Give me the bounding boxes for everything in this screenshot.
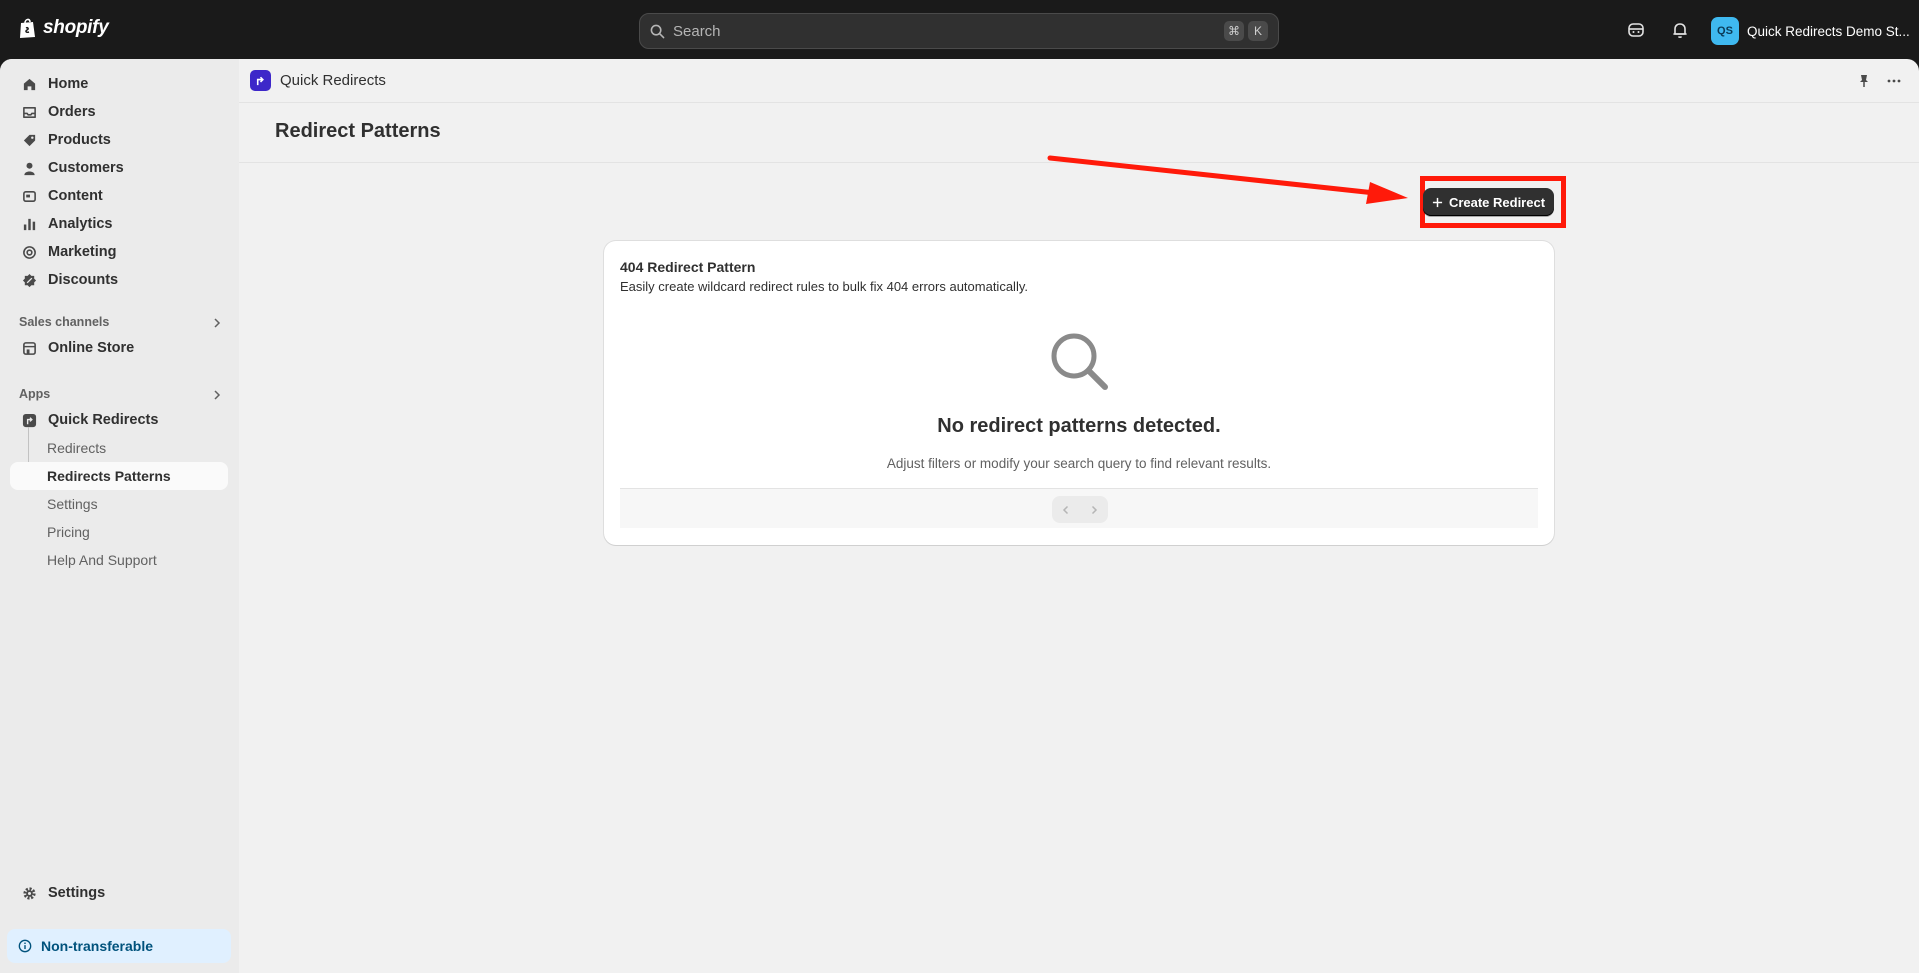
more-actions-button[interactable] xyxy=(1884,71,1904,91)
sidebar-item-home[interactable]: Home xyxy=(10,70,228,98)
sidekick-button[interactable] xyxy=(1625,19,1647,41)
plus-icon xyxy=(1432,197,1443,207)
sidebar-subitem-help[interactable]: Help And Support xyxy=(10,546,228,574)
app-icon xyxy=(21,412,37,428)
sidebar-item-products[interactable]: Products xyxy=(10,126,228,154)
sidebar-item-settings[interactable]: Settings xyxy=(10,879,228,907)
sidebar-item-label: Products xyxy=(48,132,111,148)
search-placeholder: Search xyxy=(673,22,721,40)
sidebar-item-discounts[interactable]: Discounts xyxy=(10,266,228,294)
tag-icon xyxy=(21,132,37,148)
sidebar-item-label: Orders xyxy=(48,104,96,120)
shortcut-key-cmd: ⌘ xyxy=(1224,21,1244,41)
chart-icon xyxy=(21,216,37,232)
annotation-arrow xyxy=(1047,155,1408,204)
sidebar-item-analytics[interactable]: Analytics xyxy=(10,210,228,238)
store-icon xyxy=(21,340,37,356)
store-name: Quick Redirects Demo St... xyxy=(1747,23,1910,39)
app-name: Quick Redirects xyxy=(280,72,386,89)
sidebar-item-label: Analytics xyxy=(48,216,113,232)
card-subtitle: Easily create wildcard redirect rules to… xyxy=(620,279,1028,294)
next-page-button[interactable] xyxy=(1080,496,1108,523)
gear-icon xyxy=(21,885,37,901)
app-header: Quick Redirects xyxy=(239,59,1919,103)
sales-channels-label: Sales channels xyxy=(19,315,110,329)
shopify-bag-icon xyxy=(20,18,35,38)
empty-state-title: No redirect patterns detected. xyxy=(937,415,1221,437)
empty-state-subtitle: Adjust filters or modify your search que… xyxy=(886,456,1272,471)
more-horizontal-icon xyxy=(1887,79,1901,83)
sidebar-item-orders[interactable]: Orders xyxy=(10,98,228,126)
non-transferable-banner[interactable]: Non-transferable xyxy=(7,929,231,963)
redirect-pattern-card: 404 Redirect Pattern Easily create wildc… xyxy=(604,241,1554,545)
sidebar-item-customers[interactable]: Customers xyxy=(10,154,228,182)
sidebar: Home Orders Products Customers Content A… xyxy=(0,59,239,973)
top-bar: shopify Search ⌘ K QS Quick Redirects De… xyxy=(0,0,1919,59)
sidebar-item-quick-redirects[interactable]: Quick Redirects xyxy=(10,406,228,434)
shopify-logo[interactable]: shopify xyxy=(18,17,109,39)
sidebar-item-label: Customers xyxy=(48,160,124,176)
page-title: Redirect Patterns xyxy=(275,120,441,142)
search-input[interactable]: Search ⌘ K xyxy=(639,13,1279,49)
person-icon xyxy=(21,160,37,176)
shortcut-key-k: K xyxy=(1248,21,1268,41)
bell-icon xyxy=(1673,23,1687,38)
sidebar-item-marketing[interactable]: Marketing xyxy=(10,238,228,266)
chevron-right-icon[interactable] xyxy=(210,316,224,330)
sidebar-item-label: Discounts xyxy=(48,272,119,288)
sidebar-item-label: Marketing xyxy=(48,244,117,260)
notifications-button[interactable] xyxy=(1669,19,1691,41)
chevron-right-icon[interactable] xyxy=(210,388,224,402)
quick-redirects-logo xyxy=(250,70,271,91)
target-icon xyxy=(21,244,37,260)
pin-button[interactable] xyxy=(1854,71,1874,91)
non-transferable-label: Non-transferable xyxy=(41,938,154,954)
sidebar-subitem-pricing[interactable]: Pricing xyxy=(10,518,228,546)
sidebar-item-content[interactable]: Content xyxy=(10,182,228,210)
discount-icon xyxy=(21,272,37,288)
chevron-left-icon xyxy=(1062,505,1069,514)
info-icon xyxy=(18,939,32,953)
create-redirect-button[interactable]: Create Redirect xyxy=(1423,188,1554,216)
sidebar-item-label: Content xyxy=(48,188,103,204)
sidebar-item-label: Settings xyxy=(48,885,106,901)
create-redirect-label: Create Redirect xyxy=(1448,194,1546,210)
pagination xyxy=(1052,496,1108,523)
orders-icon xyxy=(21,104,37,120)
sidekick-icon xyxy=(1628,23,1644,37)
home-icon xyxy=(21,76,37,92)
pin-icon xyxy=(1860,75,1868,87)
sidebar-item-label: Quick Redirects xyxy=(48,412,159,428)
pagination-bar xyxy=(620,488,1538,528)
magnifier-icon xyxy=(1051,333,1108,390)
card-title: 404 Redirect Pattern xyxy=(620,259,756,275)
sidebar-item-online-store[interactable]: Online Store xyxy=(10,334,228,362)
sidebar-subitem-redirects[interactable]: Redirects xyxy=(10,434,228,462)
store-avatar: QS xyxy=(1711,17,1739,45)
content-icon xyxy=(21,188,37,204)
chevron-right-icon xyxy=(1091,505,1098,514)
previous-page-button[interactable] xyxy=(1052,496,1080,523)
sidebar-subitem-redirects-patterns[interactable]: Redirects Patterns xyxy=(10,462,228,490)
store-menu[interactable]: QS Quick Redirects Demo St... xyxy=(1711,17,1910,45)
sidebar-item-label: Online Store xyxy=(48,340,135,356)
apps-label: Apps xyxy=(19,387,51,401)
logo-text: shopify xyxy=(43,17,109,38)
sidebar-item-label: Home xyxy=(48,76,89,92)
search-icon xyxy=(650,24,665,38)
sidebar-subitem-settings[interactable]: Settings xyxy=(10,490,228,518)
